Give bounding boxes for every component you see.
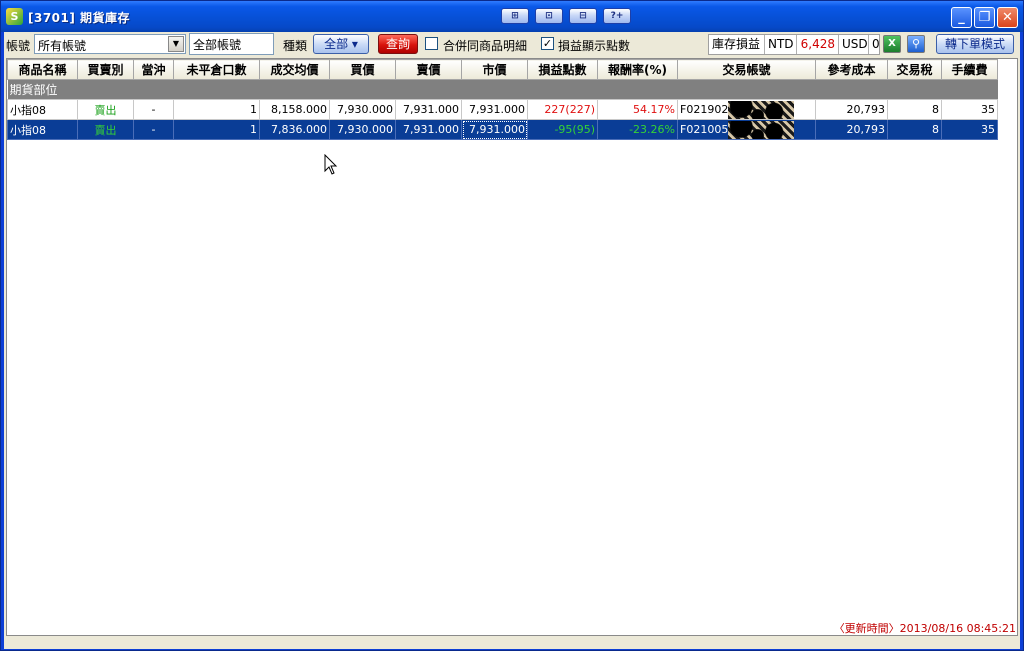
cell-product: 小指08 (7, 99, 78, 120)
search-icon[interactable]: ⚲ (907, 35, 925, 53)
redacted-account-image (728, 120, 795, 139)
cell-ask: 7,931.000 (395, 119, 462, 140)
dock-window-icon[interactable]: ⊟ (569, 8, 597, 24)
col-header-account[interactable]: 交易帳號 (677, 59, 816, 80)
account-select-value: 所有帳號 (38, 39, 87, 53)
col-header-open-qty[interactable]: 未平倉口數 (173, 59, 260, 80)
account-name-field[interactable]: 全部帳號 (189, 33, 274, 55)
col-header-tax[interactable]: 交易稅 (887, 59, 942, 80)
col-header-product[interactable]: 商品名稱 (7, 59, 78, 80)
account-label: 帳號 (6, 39, 31, 53)
tile-window-icon[interactable]: ⊞ (501, 8, 529, 24)
table-row-selected[interactable]: 小指08 賣出 - 1 7,836.000 7,930.000 7,931.00… (7, 119, 998, 140)
account-select[interactable]: 所有帳號 ▼ (34, 34, 186, 54)
merge-checkbox-label: 合併同商品明細 (443, 39, 528, 53)
cell-cost: 20,793 (815, 99, 888, 120)
cell-return: 54.17% (597, 99, 678, 120)
cell-tax: 8 (887, 119, 942, 140)
help-icon[interactable]: ?+ (603, 8, 631, 24)
switch-order-mode-button[interactable]: 轉下單模式 (936, 34, 1014, 54)
cell-product: 小指08 (7, 119, 78, 140)
col-header-avg-price[interactable]: 成交均價 (259, 59, 330, 80)
chevron-down-icon[interactable]: ▼ (168, 36, 184, 52)
app-icon: S (6, 8, 23, 25)
usd-label: USD (839, 35, 869, 54)
col-header-bid[interactable]: 買價 (329, 59, 396, 80)
float-window-icon[interactable]: ⊡ (535, 8, 563, 24)
cell-side: 賣出 (77, 119, 134, 140)
cell-avg-price: 7,836.000 (259, 119, 330, 140)
cell-bid: 7,930.000 (329, 99, 396, 120)
cell-daytrade: - (133, 119, 174, 140)
query-button[interactable]: 查詢 (378, 34, 418, 54)
cell-open-qty: 1 (173, 119, 260, 140)
cell-fee: 35 (941, 119, 998, 140)
minimize-button[interactable]: _ (951, 7, 972, 28)
cell-market: 7,931.000 (461, 119, 528, 140)
account-number: F021005 (680, 122, 729, 136)
cell-fee: 35 (941, 99, 998, 120)
group-row: 期貨部位 (7, 79, 998, 100)
col-header-side[interactable]: 買賣別 (77, 59, 134, 80)
col-header-pl-points[interactable]: 損益點數 (527, 59, 598, 80)
col-header-market[interactable]: 市價 (461, 59, 528, 80)
cell-ask: 7,931.000 (395, 99, 462, 120)
mouse-cursor-icon (324, 154, 338, 175)
col-header-daytrade[interactable]: 當沖 (133, 59, 174, 80)
inventory-table: 商品名稱 買賣別 當沖 未平倉口數 成交均價 買價 賣價 市價 損益點數 報酬率… (7, 59, 998, 140)
cell-side: 賣出 (77, 99, 134, 120)
account-name-value: 全部帳號 (193, 38, 242, 52)
cell-pl-points: 227(227) (527, 99, 598, 120)
col-header-return[interactable]: 報酬率(%) (597, 59, 678, 80)
account-number: F021902 (680, 102, 729, 116)
header-row: 商品名稱 買賣別 當沖 未平倉口數 成交均價 買價 賣價 市價 損益點數 報酬率… (7, 59, 998, 80)
window-title: [3701] 期貨庫存 (28, 11, 131, 25)
redacted-account-image (728, 100, 795, 119)
filter-toolbar: 帳號 所有帳號 ▼ 全部帳號 種類 全部 ▾ 查詢 合併同商品明細 ✓ 損益顯示… (4, 32, 1020, 58)
cell-tax: 8 (887, 99, 942, 120)
cell-daytrade: - (133, 99, 174, 120)
type-label: 種類 (283, 39, 308, 53)
update-time-status: 〈更新時間〉2013/08/16 08:45:21 (833, 622, 1016, 635)
points-checkbox-label: 損益顯示點數 (558, 39, 631, 53)
cell-market: 7,931.000 (461, 99, 528, 120)
group-label: 期貨部位 (7, 79, 998, 100)
inventory-grid[interactable]: 商品名稱 買賣別 當沖 未平倉口數 成交均價 買價 賣價 市價 損益點數 報酬率… (6, 58, 1018, 636)
col-header-cost[interactable]: 參考成本 (815, 59, 888, 80)
col-header-fee[interactable]: 手續費 (941, 59, 998, 80)
close-button[interactable]: ✕ (997, 7, 1018, 28)
cell-account: F021902 (677, 99, 816, 120)
table-row[interactable]: 小指08 賣出 - 1 8,158.000 7,930.000 7,931.00… (7, 99, 998, 120)
inventory-pl-panel: 庫存損益 NTD 6,428 USD 0 (708, 34, 880, 55)
title-bar[interactable]: S [3701] 期貨庫存 ⊞ ⊡ ⊟ ?+ _ ❐ ✕ (1, 1, 1023, 32)
restore-button[interactable]: ❐ (974, 7, 995, 28)
cell-account: F021005 (677, 119, 816, 140)
ntd-value: 6,428 (797, 35, 839, 54)
type-filter-button[interactable]: 全部 ▾ (313, 34, 369, 54)
cell-cost: 20,793 (815, 119, 888, 140)
inventory-pl-label: 庫存損益 (709, 35, 765, 54)
app-window: S [3701] 期貨庫存 ⊞ ⊡ ⊟ ?+ _ ❐ ✕ 帳號 所有帳號 ▼ 全… (0, 0, 1024, 651)
ntd-label: NTD (765, 35, 797, 54)
cell-avg-price: 8,158.000 (259, 99, 330, 120)
client-area: 帳號 所有帳號 ▼ 全部帳號 種類 全部 ▾ 查詢 合併同商品明細 ✓ 損益顯示… (4, 32, 1020, 649)
excel-export-icon[interactable]: X (883, 35, 901, 53)
cell-bid: 7,930.000 (329, 119, 396, 140)
merge-checkbox[interactable] (425, 37, 438, 50)
cell-open-qty: 1 (173, 99, 260, 120)
points-checkbox[interactable]: ✓ (541, 37, 554, 50)
col-header-ask[interactable]: 賣價 (395, 59, 462, 80)
usd-value: 0 (872, 37, 880, 51)
cell-return: -23.26% (597, 119, 678, 140)
cell-pl-points: -95(95) (527, 119, 598, 140)
